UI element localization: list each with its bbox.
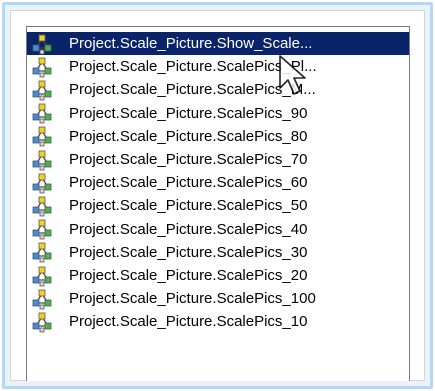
object-tree-icon bbox=[31, 125, 53, 147]
list-item-label: Project.Scale_Picture.ScalePics_80 bbox=[69, 127, 308, 145]
list-item-label: Project.Scale_Picture.ScalePics_60 bbox=[69, 174, 308, 192]
list-item[interactable]: Project.Scale_Picture.ScalePics_100 bbox=[27, 287, 409, 310]
object-tree-icon bbox=[31, 218, 53, 240]
list-item[interactable]: Project.Scale_Picture.Show_Scale... bbox=[27, 32, 409, 55]
list-item-label: Project.Scale_Picture.ScalePics_40 bbox=[69, 220, 308, 238]
list-item-label: Project.Scale_Picture.ScalePics_10 bbox=[69, 313, 308, 331]
list-item-label: Project.Scale_Picture.ScalePics_20 bbox=[69, 267, 308, 284]
object-tree-icon bbox=[31, 149, 53, 171]
list-item[interactable]: Project.Scale_Picture.ScalePics_70 bbox=[27, 148, 409, 171]
object-list[interactable]: Project.Scale_Picture.Show_Scale... Proje… bbox=[26, 26, 410, 381]
picker-panel: Project.Scale_Picture.Show_Scale... Proje… bbox=[0, 0, 435, 391]
list-item[interactable]: Project.Scale_Picture.ScalePics_60 bbox=[27, 171, 409, 194]
object-tree-icon bbox=[31, 56, 53, 78]
list-item-label: Project.Scale_Picture.ScalePics_70 bbox=[69, 151, 308, 168]
object-tree-icon bbox=[31, 241, 53, 263]
object-tree-icon bbox=[31, 311, 53, 333]
object-tree-icon bbox=[31, 195, 53, 217]
list-item[interactable]: Project.Scale_Picture.ScalePics_30 bbox=[27, 241, 409, 264]
list-item-label: Project.Scale_Picture.ScalePics_90 bbox=[69, 104, 308, 122]
object-tree-icon bbox=[31, 33, 53, 55]
list-item[interactable]: Project.Scale_Picture.ScalePics_50 bbox=[27, 194, 409, 217]
list-item-label: Project.Scale_Picture.Show_Scale... bbox=[69, 35, 313, 52]
list-item[interactable]: Project.Scale_Picture.ScalePics_M... bbox=[27, 78, 409, 101]
list-item[interactable]: Project.Scale_Picture.ScalePics_80 bbox=[27, 125, 409, 148]
object-tree-icon bbox=[31, 79, 53, 101]
list-item[interactable]: Project.Scale_Picture.ScalePics_10 bbox=[27, 310, 409, 333]
list-item[interactable]: Project.Scale_Picture.ScalePics_90 bbox=[27, 102, 409, 125]
object-tree-icon bbox=[31, 265, 53, 287]
list-item-label: Project.Scale_Picture.ScalePics_100 bbox=[69, 290, 316, 308]
object-tree-icon bbox=[31, 172, 53, 194]
object-tree-icon bbox=[31, 288, 53, 310]
list-item[interactable]: Project.Scale_Picture.ScalePics_40 bbox=[27, 218, 409, 241]
object-tree-icon bbox=[31, 102, 53, 124]
list-item-label: Project.Scale_Picture.ScalePics_50 bbox=[69, 197, 308, 215]
mouse-pointer-icon bbox=[279, 55, 306, 95]
list-item[interactable]: Project.Scale_Picture.ScalePics_20 bbox=[27, 264, 409, 287]
list-item-label: Project.Scale_Picture.ScalePics_30 bbox=[69, 243, 308, 261]
list-item[interactable]: Project.Scale_Picture.ScalePics_Pl... bbox=[27, 55, 409, 78]
